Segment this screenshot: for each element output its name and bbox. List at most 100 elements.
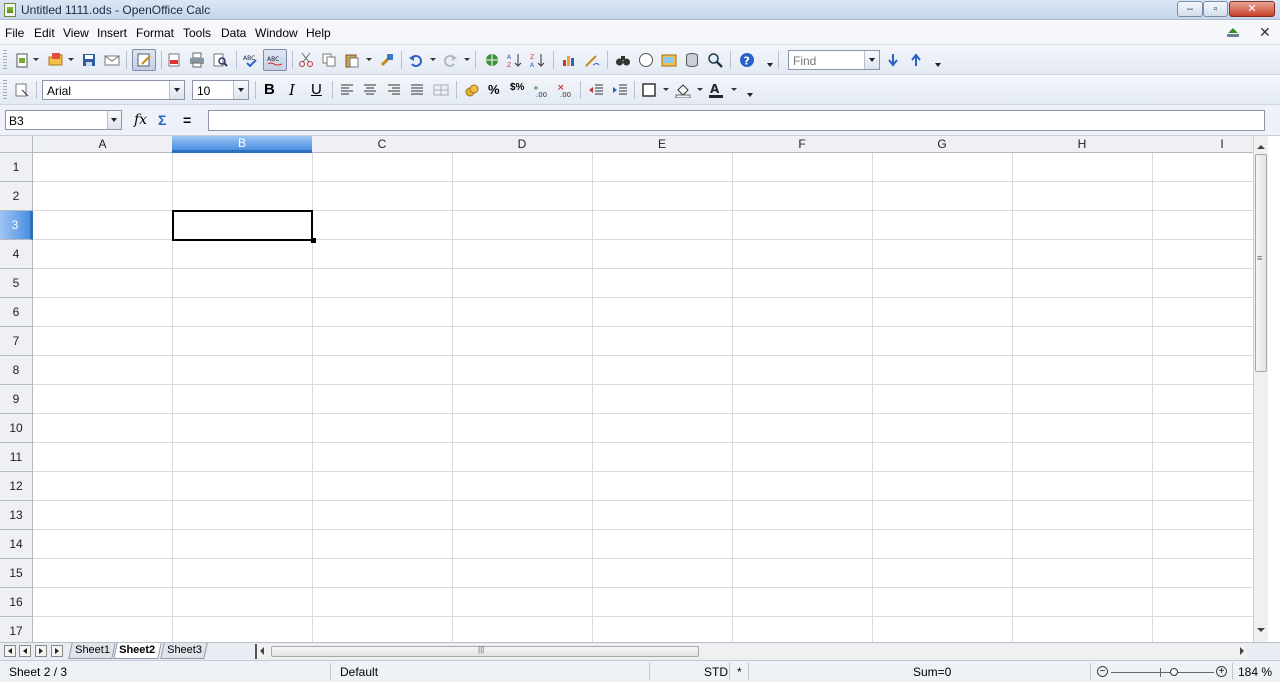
zoom-out-icon[interactable]: −: [1097, 666, 1108, 677]
row-header-3[interactable]: 3: [0, 211, 33, 240]
background-color-icon[interactable]: [675, 82, 691, 98]
vertical-splitter[interactable]: [1268, 136, 1280, 642]
decrease-indent-icon[interactable]: [588, 82, 604, 98]
row-header-11[interactable]: 11: [0, 443, 33, 472]
redo-icon[interactable]: [442, 52, 458, 68]
last-sheet-button[interactable]: [51, 645, 63, 657]
justify-icon[interactable]: [409, 82, 425, 98]
minimize-button[interactable]: –: [1177, 1, 1203, 17]
menu-window[interactable]: Window: [255, 26, 298, 40]
sort-descending-icon[interactable]: ZA: [530, 52, 546, 68]
delete-decimal-icon[interactable]: × .00: [557, 82, 573, 98]
update-available-icon[interactable]: [1225, 25, 1241, 39]
menu-view[interactable]: View: [63, 26, 89, 40]
find-previous-icon[interactable]: [908, 52, 924, 68]
paste-icon[interactable]: [344, 52, 360, 68]
add-decimal-icon[interactable]: + .00: [533, 82, 549, 98]
column-header-b[interactable]: B: [172, 136, 313, 153]
find-toolbar-overflow-icon[interactable]: [934, 62, 942, 70]
undo-icon[interactable]: [408, 52, 424, 68]
menu-data[interactable]: Data: [221, 26, 246, 40]
chevron-down-icon[interactable]: [731, 88, 737, 91]
menu-insert[interactable]: Insert: [97, 26, 127, 40]
find-dropdown-icon[interactable]: [864, 51, 879, 69]
chevron-down-icon[interactable]: [430, 58, 436, 61]
toolbar-overflow-icon[interactable]: [766, 62, 774, 70]
chart-icon[interactable]: [561, 52, 577, 68]
chevron-down-icon[interactable]: [68, 58, 74, 61]
save-icon[interactable]: [81, 52, 97, 68]
function-button[interactable]: =: [183, 112, 191, 128]
row-header-10[interactable]: 10: [0, 414, 33, 443]
close-window-button[interactable]: ✕: [1229, 1, 1275, 17]
scroll-right-icon[interactable]: [1240, 647, 1244, 655]
row-header-15[interactable]: 15: [0, 559, 33, 588]
chevron-down-icon[interactable]: [663, 88, 669, 91]
menu-format[interactable]: Format: [136, 26, 174, 40]
scroll-left-icon[interactable]: [260, 647, 264, 655]
chevron-down-icon[interactable]: [464, 58, 470, 61]
column-header-g[interactable]: G: [872, 136, 1013, 153]
help-icon[interactable]: ?: [739, 52, 755, 68]
clone-formatting-icon[interactable]: [379, 52, 395, 68]
name-box[interactable]: B3: [5, 110, 122, 130]
gallery-icon[interactable]: [661, 52, 677, 68]
chevron-down-icon[interactable]: [366, 58, 372, 61]
tab-sheet1[interactable]: Sheet1: [68, 643, 116, 659]
selection-mode[interactable]: STD: [704, 665, 728, 679]
row-header-5[interactable]: 5: [0, 269, 33, 298]
underline-button[interactable]: U: [311, 81, 322, 98]
column-header-a[interactable]: A: [33, 136, 173, 153]
menu-tools[interactable]: Tools: [183, 26, 211, 40]
column-header-c[interactable]: C: [312, 136, 453, 153]
align-right-icon[interactable]: [386, 82, 402, 98]
row-header-1[interactable]: 1: [0, 153, 33, 182]
previous-sheet-button[interactable]: [19, 645, 31, 657]
maximize-button[interactable]: ▫: [1203, 1, 1228, 17]
find-replace-icon[interactable]: [615, 52, 631, 68]
italic-button[interactable]: I: [289, 81, 295, 99]
font-size-dropdown-icon[interactable]: [233, 81, 248, 99]
toolbar-handle[interactable]: [3, 80, 7, 100]
row-header-17[interactable]: 17: [0, 617, 33, 642]
zoom-level[interactable]: 184 %: [1238, 665, 1272, 679]
row-header-12[interactable]: 12: [0, 472, 33, 501]
currency-format-icon[interactable]: [464, 82, 480, 98]
spreadsheet-grid[interactable]: A B C D E F G H I 1 2 3 4 5 6 7 8 9 10 1…: [0, 136, 1253, 642]
tab-sheet2[interactable]: Sheet2: [113, 643, 162, 659]
row-header-6[interactable]: 6: [0, 298, 33, 327]
align-center-icon[interactable]: [362, 82, 378, 98]
function-wizard-button[interactable]: fx: [134, 112, 147, 128]
close-document-icon[interactable]: ✕: [1259, 24, 1271, 41]
print-icon[interactable]: [189, 52, 205, 68]
menu-edit[interactable]: Edit: [34, 26, 55, 40]
fill-handle[interactable]: [311, 238, 316, 243]
chevron-down-icon[interactable]: [697, 88, 703, 91]
tab-sheet3[interactable]: Sheet3: [160, 643, 208, 659]
new-document-icon[interactable]: [14, 52, 30, 68]
find-next-icon[interactable]: [885, 52, 901, 68]
font-color-icon[interactable]: A: [708, 82, 724, 98]
draw-functions-icon[interactable]: [584, 52, 600, 68]
bold-button[interactable]: B: [264, 81, 275, 98]
page-preview-icon[interactable]: [212, 52, 228, 68]
row-header-14[interactable]: 14: [0, 530, 33, 559]
email-document-icon[interactable]: [104, 52, 120, 68]
navigator-icon[interactable]: [638, 52, 654, 68]
column-header-i[interactable]: I: [1152, 136, 1253, 153]
cut-icon[interactable]: [298, 52, 314, 68]
row-header-16[interactable]: 16: [0, 588, 33, 617]
row-header-7[interactable]: 7: [0, 327, 33, 356]
vertical-scroll-thumb[interactable]: [1255, 154, 1267, 372]
name-box-dropdown-icon[interactable]: [107, 111, 121, 129]
row-header-4[interactable]: 4: [0, 240, 33, 269]
standard-format-button[interactable]: $%: [510, 82, 524, 93]
active-cell-b3[interactable]: [172, 210, 313, 241]
align-left-icon[interactable]: [339, 82, 355, 98]
formula-input[interactable]: [208, 110, 1265, 131]
export-pdf-icon[interactable]: [166, 52, 182, 68]
data-sources-icon[interactable]: [684, 52, 700, 68]
row-header-2[interactable]: 2: [0, 182, 33, 211]
sum-button[interactable]: Σ: [158, 112, 166, 128]
hyperlink-icon[interactable]: [484, 52, 500, 68]
